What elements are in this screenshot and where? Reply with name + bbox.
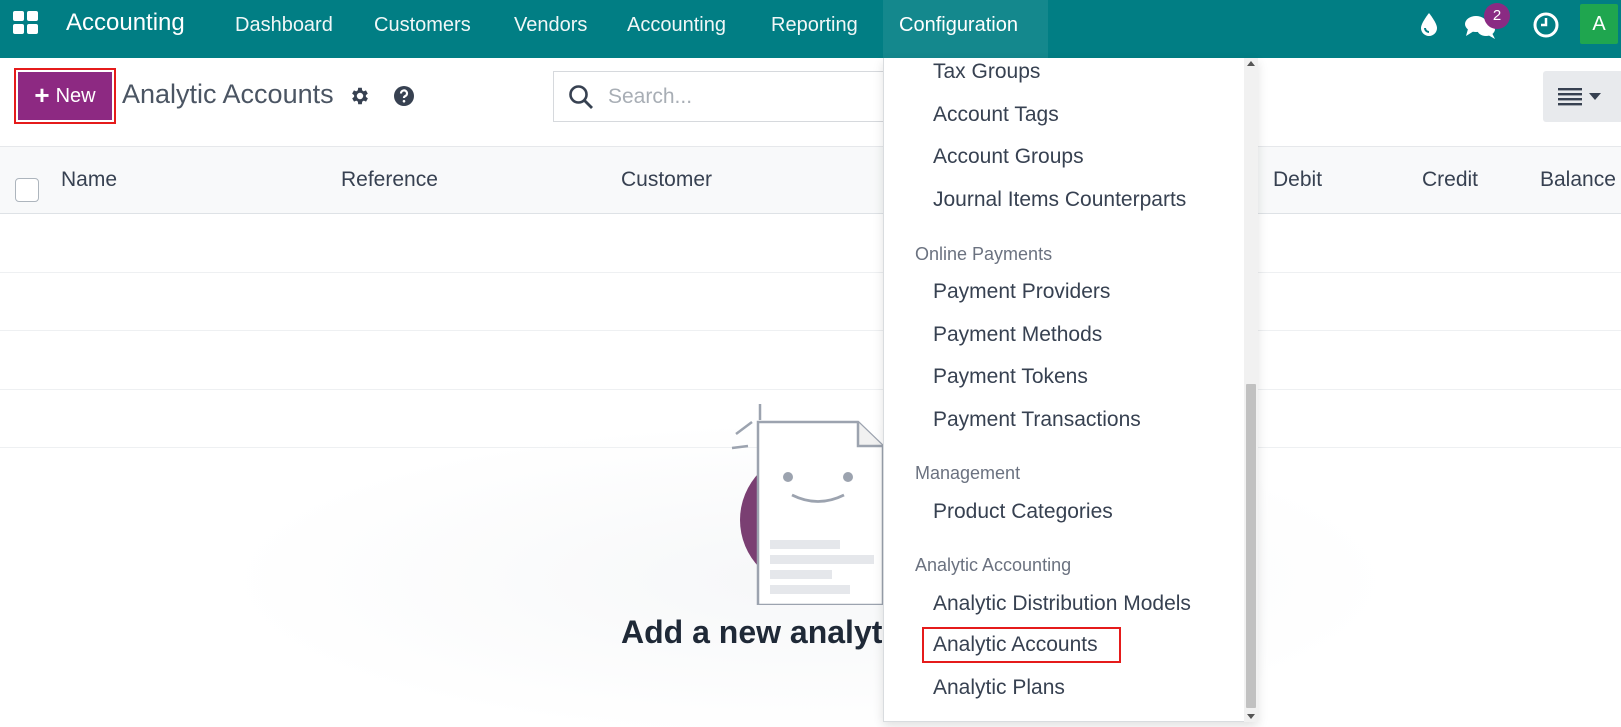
column-balance[interactable]: Balance [1540, 168, 1616, 192]
list-view-icon [1558, 88, 1582, 106]
column-name[interactable]: Name [61, 168, 117, 192]
menu-item-payment-tokens[interactable]: Payment Tokens [933, 365, 1088, 389]
gear-icon[interactable] [349, 85, 371, 107]
scrollbar-thumb[interactable] [1246, 384, 1256, 708]
user-avatar[interactable]: A [1580, 4, 1618, 44]
nav-accounting[interactable]: Accounting [627, 14, 726, 37]
nav-reporting[interactable]: Reporting [771, 14, 858, 37]
menu-section-online-payments: Online Payments [915, 244, 1053, 264]
nav-customers[interactable]: Customers [374, 14, 471, 37]
menu-item-account-groups[interactable]: Account Groups [933, 145, 1084, 169]
menu-item-product-categories[interactable]: Product Categories [933, 500, 1113, 524]
smiling-document-illustration [731, 404, 885, 605]
nav-configuration[interactable]: Configuration [883, 0, 1048, 58]
menu-item-analytic-distribution-models[interactable]: Analytic Distribution Models [933, 592, 1191, 616]
droplet-icon[interactable] [1419, 11, 1439, 37]
new-button[interactable]: + New [14, 68, 116, 124]
nav-vendors[interactable]: Vendors [514, 14, 587, 37]
page-title: Analytic Accounts [122, 79, 334, 109]
menu-item-journal-items-counterparts[interactable]: Journal Items Counterparts [933, 188, 1186, 212]
empty-row-divider [0, 330, 1621, 331]
column-customer[interactable]: Customer [621, 168, 712, 192]
apps-menu-icon[interactable] [12, 11, 40, 35]
table-header: Name Reference Customer Debit Credit Bal… [0, 146, 1621, 214]
search-icon [569, 85, 593, 109]
column-reference[interactable]: Reference [341, 168, 438, 192]
activity-clock-icon[interactable] [1532, 11, 1560, 39]
menu-item-analytic-accounts[interactable]: Analytic Accounts [933, 633, 1098, 657]
dropdown-scrollbar[interactable] [1244, 58, 1258, 722]
caret-down-icon [1589, 93, 1601, 100]
menu-item-tax-groups[interactable]: Tax Groups [933, 60, 1040, 84]
scroll-down-arrow-icon[interactable] [1247, 714, 1255, 719]
nav-dashboard[interactable]: Dashboard [235, 14, 333, 37]
empty-row-divider [0, 272, 1621, 273]
menu-item-payment-providers[interactable]: Payment Providers [933, 280, 1110, 304]
app-title[interactable]: Accounting [66, 9, 185, 37]
menu-section-analytic-accounting: Analytic Accounting [915, 555, 1072, 575]
scroll-up-arrow-icon[interactable] [1247, 61, 1255, 66]
menu-section-management: Management [915, 463, 1021, 483]
menu-item-payment-methods[interactable]: Payment Methods [933, 323, 1102, 347]
view-switcher-button[interactable] [1543, 71, 1621, 122]
menu-item-analytic-plans[interactable]: Analytic Plans [933, 676, 1065, 700]
new-button-label: New [55, 84, 96, 107]
menu-item-payment-transactions[interactable]: Payment Transactions [933, 408, 1141, 432]
empty-row-divider [0, 389, 1621, 390]
help-icon[interactable] [394, 86, 414, 106]
search-box [553, 71, 893, 122]
messages-badge: 2 [1484, 3, 1510, 29]
menu-item-account-tags[interactable]: Account Tags [933, 103, 1059, 127]
column-credit[interactable]: Credit [1422, 168, 1478, 192]
nav-configuration-label: Configuration [899, 14, 1018, 36]
top-navbar: Accounting Dashboard Customers Vendors A… [0, 0, 1621, 58]
search-input[interactable] [608, 82, 878, 112]
plus-icon: + [34, 79, 50, 110]
empty-state-title: Add a new analytic [621, 614, 883, 650]
select-all-checkbox[interactable] [15, 178, 39, 202]
new-button-inner: + New [18, 72, 112, 120]
configuration-dropdown-menu: Tax Groups Account Tags Account Groups J… [883, 58, 1258, 722]
column-debit[interactable]: Debit [1273, 168, 1322, 192]
